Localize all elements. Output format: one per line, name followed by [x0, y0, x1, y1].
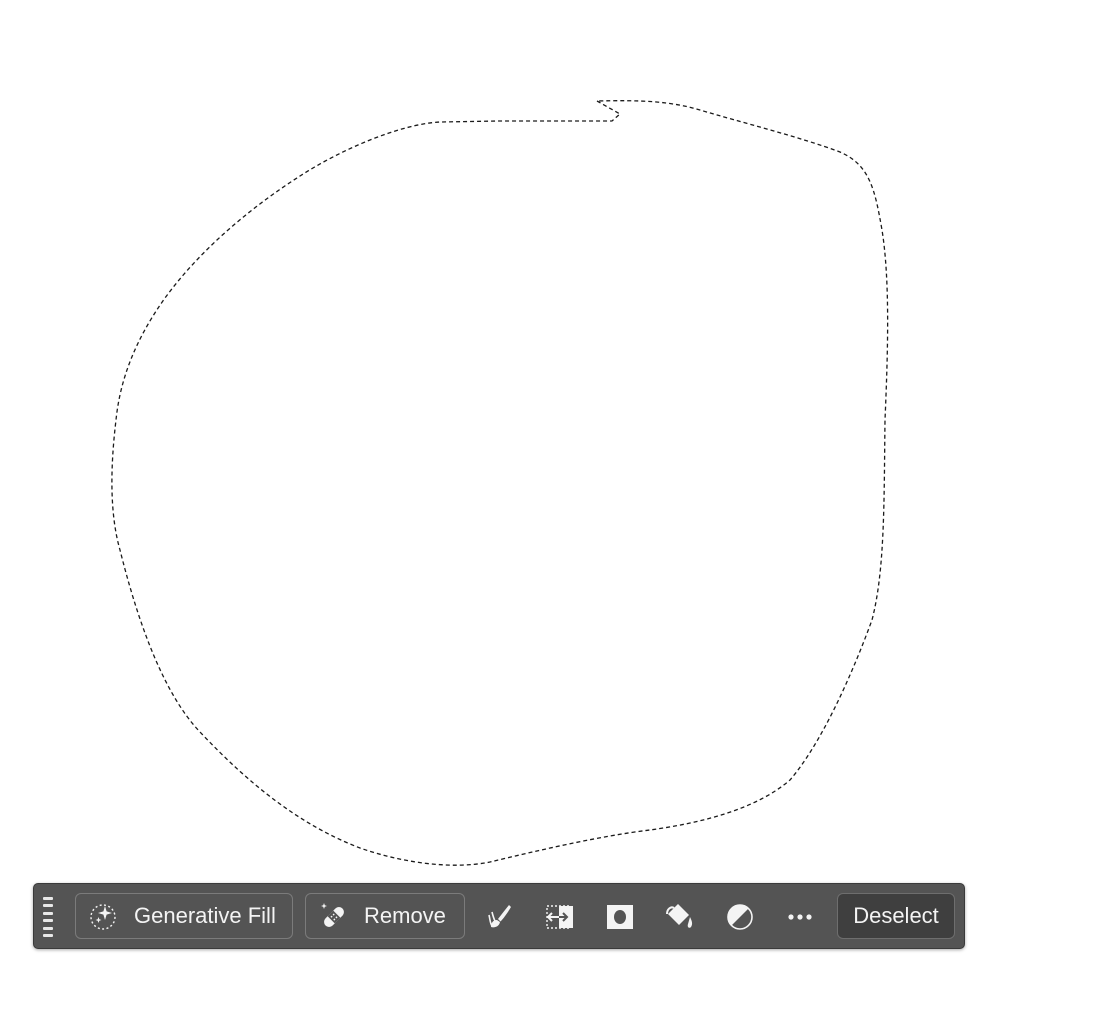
paint-bucket-icon[interactable] [663, 900, 697, 934]
generative-fill-label: Generative Fill [134, 903, 276, 928]
selection-outline [111, 100, 889, 866]
mask-icon[interactable] [603, 900, 637, 934]
grip-line [43, 897, 53, 900]
remove-label: Remove [364, 903, 446, 928]
grip-line [43, 904, 53, 908]
grip-line [43, 919, 53, 923]
deselect-label: Deselect [853, 903, 939, 928]
grip-line [43, 911, 53, 915]
sparkle-selection-icon [88, 900, 120, 932]
bandage-icon [318, 900, 350, 932]
grip-line [43, 926, 53, 930]
lasso-selection-marquee [111, 100, 889, 866]
deselect-button[interactable]: Deselect [837, 893, 955, 939]
brush-icon[interactable] [483, 900, 517, 934]
adjustment-icon[interactable] [723, 900, 757, 934]
transform-selection-icon[interactable] [543, 900, 577, 934]
drag-handle[interactable] [43, 897, 53, 937]
contextual-taskbar: Generative Fill Remove Deselect [33, 883, 965, 949]
more-icon[interactable] [783, 900, 817, 934]
grip-line [43, 933, 53, 937]
document-canvas[interactable] [0, 0, 1110, 1032]
generative-fill-button[interactable]: Generative Fill [75, 893, 293, 939]
remove-button[interactable]: Remove [305, 893, 465, 939]
